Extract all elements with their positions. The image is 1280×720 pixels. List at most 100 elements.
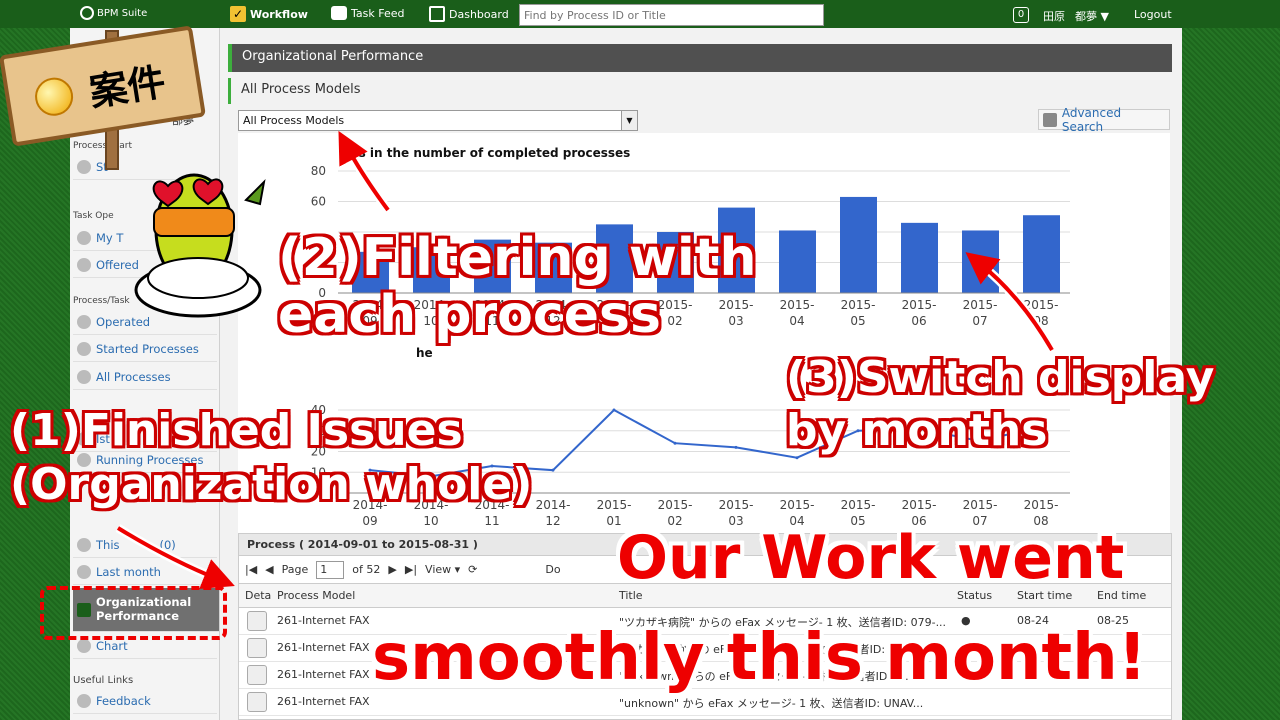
top-bar: BPM Suite ✓ Workflow Task Feed Dashboard …	[0, 0, 1280, 28]
prev-page-icon[interactable]: ◀	[265, 563, 273, 576]
view-menu[interactable]: View ▾	[425, 563, 460, 576]
highlight-box	[40, 586, 227, 640]
headline-line1: Our Work went	[617, 523, 1125, 593]
sidebar-item-this-month[interactable]: This (0)	[73, 532, 217, 558]
line-point	[551, 468, 555, 472]
section-task: Task Ope	[73, 211, 114, 221]
checkbox-icon: ✓	[230, 6, 246, 22]
section-useful-links: Useful Links	[73, 675, 134, 686]
x-tick-label: 2015-	[719, 498, 754, 512]
x-tick-label: 2015-	[597, 498, 632, 512]
x-tick-label: 2015-	[841, 498, 876, 512]
nav-task-feed[interactable]: Task Feed	[331, 6, 404, 20]
next-page-icon[interactable]: ▶	[388, 563, 396, 576]
x-tick-label: 09	[362, 514, 377, 528]
annotation-filter: (2)Filtering with each process	[278, 228, 757, 346]
search-input[interactable]	[519, 4, 824, 26]
x-tick-label: 12	[545, 514, 560, 528]
x-tick-label: 2015-	[841, 298, 876, 312]
chart-title: ds in the number of completed processes	[350, 146, 630, 160]
x-tick-label: 11	[484, 514, 499, 528]
sidebar-item-last-month[interactable]: Last month	[73, 559, 217, 585]
x-tick-label: 08	[1033, 314, 1048, 328]
magnifier-icon	[1043, 112, 1057, 127]
line-point	[673, 441, 677, 445]
x-tick-label: 06	[911, 314, 926, 328]
page-title: Organizational Performance	[228, 44, 1172, 72]
page-input[interactable]: 1	[316, 560, 345, 579]
annotation-finished: (1)Finished Issues (Organization whole)	[10, 405, 533, 510]
nav-workflow[interactable]: ✓ Workflow	[230, 6, 308, 22]
x-tick-label: 2015-	[780, 498, 815, 512]
annotation-months: (3)Switch display by months	[786, 352, 1215, 456]
x-tick-label: 05	[850, 314, 865, 328]
line-point	[612, 408, 616, 412]
y-tick-label: 60	[311, 195, 326, 209]
cell-model: 261-Internet FAX	[277, 695, 370, 708]
details-icon[interactable]	[247, 611, 267, 631]
headline-line2: smoothly this month!	[372, 621, 1147, 695]
x-tick-label: 07	[972, 314, 987, 328]
x-tick-label: 2015-	[658, 498, 693, 512]
section-title: All Process Models	[228, 78, 1172, 104]
mascot-icon	[134, 173, 266, 318]
speech-bubble-icon	[331, 6, 347, 20]
all-icon	[77, 369, 91, 384]
feedback-icon	[77, 693, 91, 708]
x-tick-label: 2015-	[963, 298, 998, 312]
details-icon[interactable]	[247, 638, 267, 658]
refresh-icon[interactable]: ⟳	[468, 563, 477, 576]
x-tick-label: 2015-	[902, 498, 937, 512]
section-process-task: Process/Task	[73, 296, 130, 306]
process-model-select[interactable]: All Process Models ▼	[238, 110, 638, 131]
sidebar-item-all[interactable]: All Processes	[73, 364, 217, 390]
col-process-model[interactable]: Process Model	[277, 589, 355, 602]
chart-icon	[77, 537, 91, 552]
chart-icon	[77, 638, 91, 653]
sign-text: 案件	[86, 59, 169, 115]
page-count: of 52	[352, 563, 381, 576]
x-tick-label: 04	[789, 314, 804, 328]
x-tick-label: 2015-	[1024, 298, 1059, 312]
bar	[1023, 215, 1060, 293]
user-surname[interactable]: 田原	[1043, 8, 1065, 24]
x-tick-label: 2015-	[902, 298, 937, 312]
person-icon	[77, 230, 91, 245]
chart-title: he	[416, 346, 433, 360]
orb-icon	[32, 74, 76, 119]
col-detail[interactable]: Deta	[245, 589, 271, 602]
details-icon[interactable]	[247, 692, 267, 712]
bar	[840, 196, 877, 293]
bar	[962, 230, 999, 293]
x-tick-label: 2015-	[963, 498, 998, 512]
arrow-icon	[77, 257, 91, 272]
section-process-start: Process Start	[73, 141, 132, 151]
download-label[interactable]: Do	[545, 563, 560, 576]
chart-icon	[77, 564, 91, 579]
dashboard-icon	[429, 6, 445, 22]
chevron-down-icon: ▼	[621, 111, 637, 130]
user-menu[interactable]: 都夢 ▼	[1075, 8, 1109, 24]
plus-icon	[77, 159, 91, 174]
nav-dashboard[interactable]: Dashboard	[429, 6, 509, 22]
first-page-icon[interactable]: |◀	[245, 563, 257, 576]
sidebar-item-started[interactable]: Started Processes	[73, 336, 217, 362]
x-tick-label: 2015-	[780, 298, 815, 312]
page-label: Page	[281, 563, 309, 576]
bar	[901, 222, 938, 293]
bar	[779, 230, 816, 293]
line-point	[734, 445, 738, 449]
y-tick-label: 80	[311, 164, 326, 178]
x-tick-label: 10	[423, 514, 438, 528]
details-icon[interactable]	[247, 665, 267, 685]
logo-icon	[80, 6, 94, 20]
app-logo[interactable]: BPM Suite	[80, 6, 147, 20]
last-page-icon[interactable]: ▶|	[405, 563, 417, 576]
sidebar-item-feedback[interactable]: Feedback	[73, 688, 217, 714]
cell-title: "unknown" から eFax メッセージ- 1 枚、送信者ID: UNAV…	[619, 697, 924, 710]
x-tick-label: 2014-	[536, 498, 571, 512]
logout-link[interactable]: Logout	[1134, 8, 1172, 21]
started-icon	[77, 341, 91, 356]
notification-badge[interactable]: 0	[1013, 7, 1029, 23]
advanced-search-button[interactable]: Advanced Search	[1038, 106, 1170, 134]
